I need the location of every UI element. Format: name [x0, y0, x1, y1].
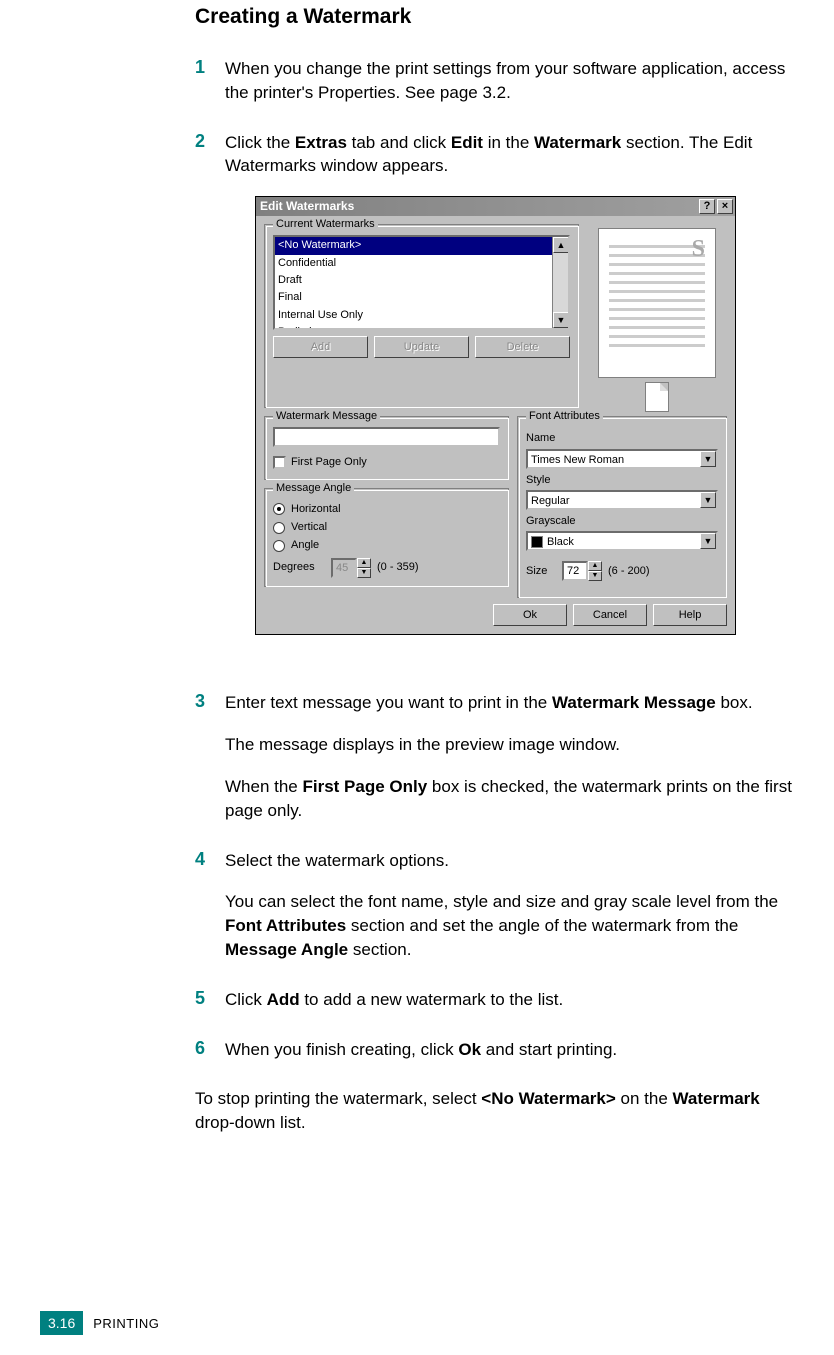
step-text: When you change the print settings from … — [225, 57, 804, 105]
step-2: 2 Click the Extras tab and click Edit in… — [195, 131, 804, 666]
step-num: 1 — [195, 57, 225, 105]
size-range: (6 - 200) — [608, 564, 650, 579]
preview-thumb-icon — [645, 382, 669, 412]
size-spinner[interactable]: 72 ▲▼ — [562, 561, 602, 581]
step-text: When the First Page Only box is checked,… — [225, 775, 804, 823]
step-num: 3 — [195, 691, 225, 822]
spin-up-icon[interactable]: ▲ — [357, 558, 371, 568]
step-1: 1 When you change the print settings fro… — [195, 57, 804, 105]
step-num: 4 — [195, 849, 225, 962]
group-label: Message Angle — [273, 481, 354, 496]
watermark-message-group: Watermark Message First Page Only — [264, 416, 509, 479]
grayscale-label: Grayscale — [526, 514, 718, 529]
help-button[interactable]: Help — [653, 604, 727, 626]
step-num: 2 — [195, 131, 225, 666]
group-label: Watermark Message — [273, 409, 380, 424]
step-body: Enter text message you want to print in … — [225, 691, 804, 822]
grayscale-dropdown[interactable]: Black▼ — [526, 531, 718, 551]
radio-label: Angle — [291, 538, 319, 553]
message-angle-group: Message Angle Horizontal Vertical Angle … — [264, 488, 509, 587]
add-button[interactable]: Add — [273, 336, 368, 358]
close-icon[interactable]: × — [717, 199, 733, 214]
step-body: Select the watermark options. You can se… — [225, 849, 804, 962]
current-watermarks-group: Current Watermarks <No Watermark> Confid… — [264, 224, 579, 408]
cancel-button[interactable]: Cancel — [573, 604, 647, 626]
preview-page: S — [598, 228, 716, 378]
scroll-down-icon[interactable]: ▼ — [553, 312, 569, 328]
step-num: 6 — [195, 1038, 225, 1062]
scrollbar[interactable]: ▲ ▼ — [552, 237, 568, 328]
chevron-down-icon: ▼ — [700, 451, 716, 467]
spin-down-icon[interactable]: ▼ — [588, 571, 602, 581]
step-text: When you finish creating, click Ok and s… — [225, 1038, 804, 1062]
step-6: 6 When you finish creating, click Ok and… — [195, 1038, 804, 1062]
step-3: 3 Enter text message you want to print i… — [195, 691, 804, 822]
spin-up-icon[interactable]: ▲ — [588, 561, 602, 571]
step-text: Click Add to add a new watermark to the … — [225, 988, 804, 1012]
color-swatch-icon — [531, 536, 543, 548]
style-label: Style — [526, 473, 718, 488]
dialog-titlebar: Edit Watermarks ? × — [256, 197, 735, 216]
help-icon[interactable]: ? — [699, 199, 715, 214]
name-label: Name — [526, 431, 718, 446]
update-button[interactable]: Update — [374, 336, 469, 358]
font-name-dropdown[interactable]: Times New Roman▼ — [526, 449, 718, 469]
scroll-up-icon[interactable]: ▲ — [553, 237, 569, 253]
preview-s-icon: S — [692, 233, 705, 267]
step-4: 4 Select the watermark options. You can … — [195, 849, 804, 962]
spin-down-icon[interactable]: ▼ — [357, 568, 371, 578]
step-text: Select the watermark options. — [225, 849, 804, 873]
step-num: 5 — [195, 988, 225, 1012]
page-footer: 3.16 PRINTING — [40, 1311, 159, 1335]
watermark-message-input[interactable] — [273, 427, 500, 447]
watermarks-listbox[interactable]: <No Watermark> Confidential Draft Final … — [273, 235, 570, 330]
group-label: Current Watermarks — [273, 217, 378, 232]
chevron-down-icon: ▼ — [700, 492, 716, 508]
preview-pane: S — [587, 224, 727, 416]
radio-label: Vertical — [291, 520, 327, 535]
step-body: Click the Extras tab and click Edit in t… — [225, 131, 804, 666]
delete-button[interactable]: Delete — [475, 336, 570, 358]
vertical-radio[interactable] — [273, 522, 285, 534]
angle-radio[interactable] — [273, 540, 285, 552]
closing-paragraph: To stop printing the watermark, select <… — [195, 1087, 804, 1135]
step-5: 5 Click Add to add a new watermark to th… — [195, 988, 804, 1012]
step-text: Click the Extras tab and click Edit in t… — [225, 131, 804, 179]
degrees-range: (0 - 359) — [377, 560, 419, 575]
edit-watermarks-dialog: Edit Watermarks ? × Current Watermarks <… — [255, 196, 736, 635]
step-body: When you finish creating, click Ok and s… — [225, 1038, 804, 1062]
list-item[interactable]: <No Watermark> — [275, 237, 568, 254]
footer-label: PRINTING — [93, 1316, 159, 1331]
font-style-dropdown[interactable]: Regular▼ — [526, 490, 718, 510]
ok-button[interactable]: Ok — [493, 604, 567, 626]
font-attributes-group: Font Attributes Name Times New Roman▼ St… — [517, 416, 727, 598]
degrees-label: Degrees — [273, 560, 325, 575]
horizontal-radio[interactable] — [273, 503, 285, 515]
step-text: Enter text message you want to print in … — [225, 691, 804, 715]
checkbox-label: First Page Only — [291, 455, 367, 470]
list-item[interactable]: Preliminary — [275, 324, 568, 330]
size-label: Size — [526, 564, 556, 579]
list-item[interactable]: Internal Use Only — [275, 307, 568, 324]
section-heading: Creating a Watermark — [195, 5, 804, 29]
first-page-only-checkbox[interactable] — [273, 456, 286, 469]
radio-label: Horizontal — [291, 502, 341, 517]
step-text: The message displays in the preview imag… — [225, 733, 804, 757]
list-item[interactable]: Final — [275, 289, 568, 306]
step-body: Click Add to add a new watermark to the … — [225, 988, 804, 1012]
step-body: When you change the print settings from … — [225, 57, 804, 105]
page-number: 3.16 — [40, 1311, 83, 1335]
group-label: Font Attributes — [526, 409, 603, 424]
chevron-down-icon: ▼ — [700, 533, 716, 549]
list-item[interactable]: Confidential — [275, 255, 568, 272]
degrees-spinner[interactable]: 45 ▲▼ — [331, 558, 371, 578]
step-text: You can select the font name, style and … — [225, 890, 804, 961]
list-item[interactable]: Draft — [275, 272, 568, 289]
dialog-title: Edit Watermarks — [260, 198, 354, 215]
